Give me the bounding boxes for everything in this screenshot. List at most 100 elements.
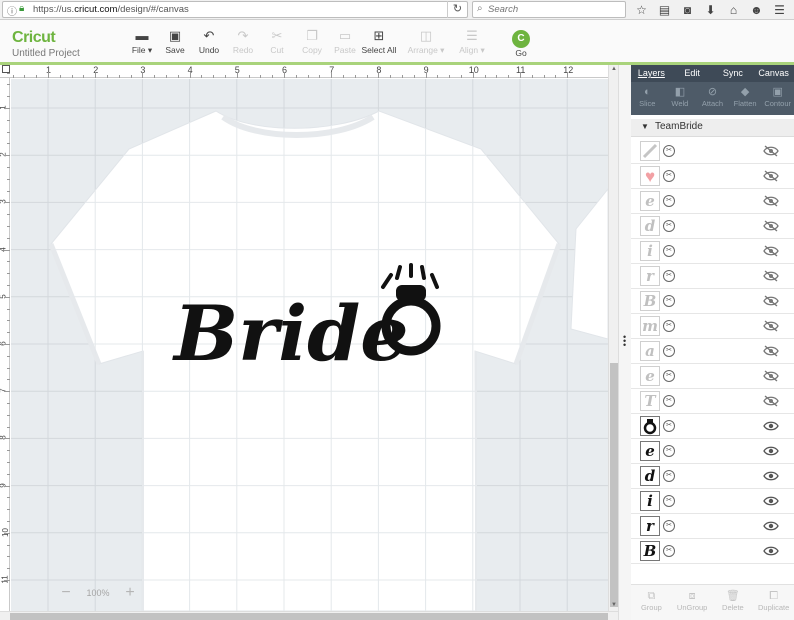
vertical-scroll-thumb[interactable]: [610, 363, 618, 607]
eye-hidden-icon[interactable]: [763, 170, 779, 182]
layer-row[interactable]: a ✂: [631, 339, 794, 364]
eye-hidden-icon[interactable]: [763, 195, 779, 207]
design-canvas[interactable]: Bride: [11, 79, 608, 611]
bookmark-star-icon[interactable]: ☆: [630, 1, 653, 19]
cut-operation-icon[interactable]: ✂: [663, 420, 675, 432]
align-menu-button[interactable]: ☰ Align ▾: [452, 28, 492, 56]
eye-icon[interactable]: [763, 545, 779, 557]
cut-operation-icon[interactable]: ✂: [663, 270, 675, 282]
ruler-tick: [7, 320, 10, 322]
reading-list-icon[interactable]: ▤: [653, 1, 676, 19]
cut-operation-icon[interactable]: ✂: [663, 470, 675, 482]
layer-row[interactable]: ♥ ✂: [631, 164, 794, 189]
horizontal-scrollbar[interactable]: [0, 611, 618, 620]
layer-row[interactable]: T ✂: [631, 389, 794, 414]
cut-operation-icon[interactable]: ✂: [663, 245, 675, 257]
download-icon[interactable]: ⬇: [699, 1, 722, 19]
ungroup-icon: ⧈: [688, 590, 696, 602]
duplicate-button[interactable]: ⧠ Duplicate: [753, 585, 794, 620]
layer-row[interactable]: d ✂: [631, 464, 794, 489]
slice-button[interactable]: ◐ Slice: [631, 82, 664, 115]
layer-row[interactable]: e ✂: [631, 439, 794, 464]
select-all-button[interactable]: ⊞ Select All: [359, 28, 399, 55]
eye-hidden-icon[interactable]: [763, 320, 779, 332]
chat-icon[interactable]: ☻: [745, 1, 768, 19]
eye-hidden-icon[interactable]: [763, 345, 779, 357]
vertical-scrollbar[interactable]: ▲ ▼: [608, 65, 618, 611]
eye-hidden-icon[interactable]: [763, 220, 779, 232]
address-bar[interactable]: ⓘ 🔒︎ https://us.cricut.com/design/#/canv…: [2, 1, 468, 18]
cut-operation-icon[interactable]: ✂: [663, 445, 675, 457]
attach-button[interactable]: ⊘ Attach: [696, 82, 729, 115]
layer-row[interactable]: i ✂: [631, 239, 794, 264]
flatten-button[interactable]: ◆ Flatten: [729, 82, 762, 115]
layer-row[interactable]: ✂: [631, 414, 794, 439]
cut-button[interactable]: ✂ Cut: [257, 28, 297, 55]
layer-row[interactable]: i ✂: [631, 489, 794, 514]
collapse-triangle-icon[interactable]: ▼: [641, 122, 649, 131]
layer-row[interactable]: d ✂: [631, 214, 794, 239]
tab-layers[interactable]: Layers: [631, 65, 672, 82]
eye-icon[interactable]: [763, 495, 779, 507]
menu-icon[interactable]: ☰: [768, 1, 791, 19]
layer-group-teambride[interactable]: ▼ TeamBride: [631, 119, 794, 137]
cut-operation-icon[interactable]: ✂: [663, 395, 675, 407]
layer-row[interactable]: e ✂: [631, 364, 794, 389]
layers-panel: Layers Edit Sync Canvas ◐ Slice ◧ Weld ⊘ At…: [631, 65, 794, 620]
group-button[interactable]: ⧉ Group: [631, 585, 672, 620]
go-button[interactable]: C: [512, 30, 530, 48]
eye-hidden-icon[interactable]: [763, 270, 779, 282]
horizontal-scroll-thumb[interactable]: [10, 613, 608, 620]
cut-operation-icon[interactable]: ✂: [663, 320, 675, 332]
project-title[interactable]: Untitled Project: [12, 48, 80, 59]
eye-hidden-icon[interactable]: [763, 145, 779, 157]
cut-operation-icon[interactable]: ✂: [663, 520, 675, 532]
cricut-logo[interactable]: Cricut: [12, 29, 56, 47]
cut-operation-icon[interactable]: ✂: [663, 195, 675, 207]
eye-hidden-icon[interactable]: [763, 245, 779, 257]
delete-button[interactable]: 🗑︎ Delete: [713, 585, 754, 620]
panel-resize-handle[interactable]: • • •: [618, 65, 631, 620]
cut-operation-icon[interactable]: ✂: [663, 545, 675, 557]
tab-edit[interactable]: Edit: [672, 65, 713, 82]
eye-icon[interactable]: [763, 470, 779, 482]
cut-operation-icon[interactable]: ✂: [663, 345, 675, 357]
layer-row[interactable]: e ✂: [631, 189, 794, 214]
zoom-out-button[interactable]: −: [56, 584, 76, 602]
cut-operation-icon[interactable]: ✂: [663, 495, 675, 507]
layer-row[interactable]: ✂: [631, 139, 794, 164]
eye-icon[interactable]: [763, 445, 779, 457]
eye-hidden-icon[interactable]: [763, 295, 779, 307]
drag-handle-icon[interactable]: • • •: [623, 333, 626, 350]
ruler-tick: [508, 75, 510, 78]
reload-icon[interactable]: ↻: [447, 1, 467, 18]
info-icon[interactable]: ⓘ: [7, 3, 17, 18]
contour-button[interactable]: ▣ Contour: [761, 82, 794, 115]
eye-icon[interactable]: [763, 420, 779, 432]
weld-button[interactable]: ◧ Weld: [664, 82, 697, 115]
cut-operation-icon[interactable]: ✂: [663, 145, 675, 157]
layer-row[interactable]: r ✂: [631, 514, 794, 539]
pocket-icon[interactable]: ◙: [676, 1, 699, 19]
bride-text[interactable]: Bride: [172, 289, 409, 378]
cut-operation-icon[interactable]: ✂: [663, 220, 675, 232]
arrange-menu-button[interactable]: ◫ Arrange ▾: [406, 28, 446, 56]
layer-row[interactable]: B ✂: [631, 539, 794, 564]
cut-operation-icon[interactable]: ✂: [663, 295, 675, 307]
eye-hidden-icon[interactable]: [763, 395, 779, 407]
tab-sync[interactable]: Sync: [713, 65, 754, 82]
layer-row[interactable]: B ✂: [631, 289, 794, 314]
tab-canvas[interactable]: Canvas: [753, 65, 794, 82]
layer-row[interactable]: m ✂: [631, 314, 794, 339]
layer-row[interactable]: r ✂: [631, 264, 794, 289]
eye-hidden-icon[interactable]: [763, 370, 779, 382]
browser-search[interactable]: ⌕: [472, 1, 626, 18]
ungroup-button[interactable]: ⧈ UnGroup: [672, 585, 713, 620]
zoom-in-button[interactable]: +: [120, 584, 140, 602]
cut-operation-icon[interactable]: ✂: [663, 370, 675, 382]
eye-icon[interactable]: [763, 520, 779, 532]
layer-thumbnail: a: [640, 341, 660, 361]
cut-operation-icon[interactable]: ✂: [663, 170, 675, 182]
home-icon[interactable]: ⌂: [722, 1, 745, 19]
search-input[interactable]: [488, 3, 618, 16]
